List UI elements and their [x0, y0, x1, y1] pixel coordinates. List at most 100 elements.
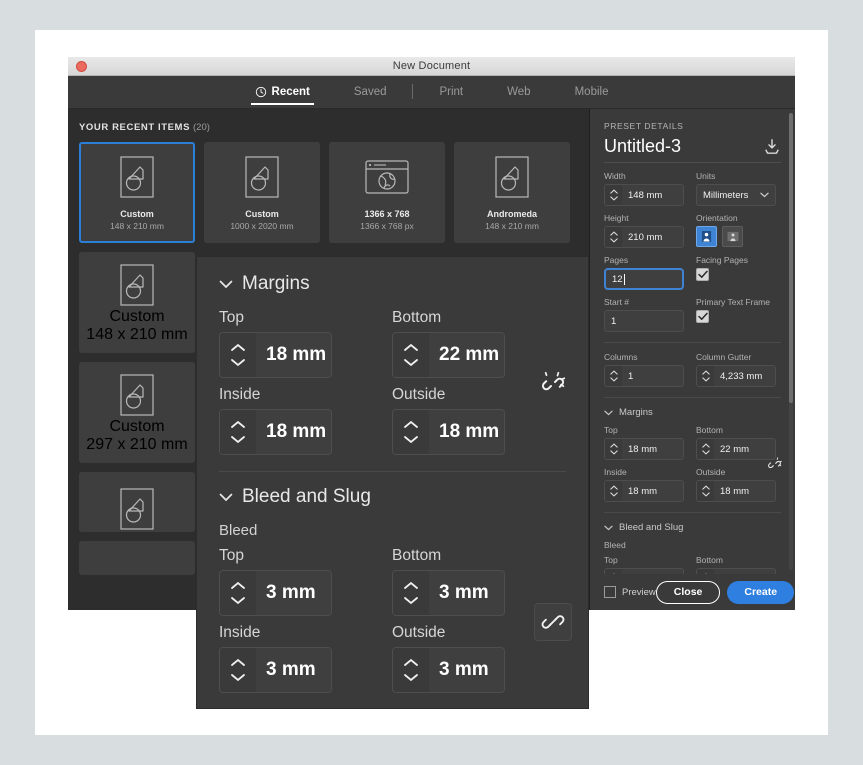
overlay-margin-top-value[interactable]: 18 mm	[256, 333, 331, 377]
overlay-margin-bottom-value[interactable]: 22 mm	[429, 333, 504, 377]
overlay-bleed-bottom-arrows[interactable]	[393, 571, 429, 615]
columns-stepper[interactable]: 1	[604, 365, 684, 387]
preset-margin-inside-value[interactable]: 18 mm	[622, 481, 683, 501]
section-divider-2	[604, 397, 781, 398]
facing-pages-label: Facing Pages	[696, 255, 748, 265]
start-input[interactable]: 1	[604, 310, 684, 332]
width-stepper[interactable]: 148 mm	[604, 184, 684, 206]
recent-card-2[interactable]: 1366 x 768 1366 x 768 px	[329, 142, 445, 243]
overlay-margin-bottom-stepper[interactable]: 22 mm	[392, 332, 505, 378]
overlay-bleed-outside-stepper[interactable]: 3 mm	[392, 647, 505, 693]
preset-margins-link-toggle[interactable]	[765, 455, 783, 473]
preset-margins-label: Margins	[619, 407, 653, 418]
overlay-bleed-inside-stepper[interactable]: 3 mm	[219, 647, 332, 693]
preset-margin-top-stepper[interactable]: 18 mm	[604, 438, 684, 460]
orientation-landscape-button[interactable]	[722, 226, 743, 247]
overlay-margins-label: Margins	[242, 273, 310, 294]
overlay-bleed-top-stepper[interactable]: 3 mm	[219, 570, 332, 616]
tab-web[interactable]: Web	[485, 75, 552, 108]
chevron-down-icon	[609, 196, 618, 201]
column-gutter-group: Column Gutter 4,233 mm	[696, 352, 776, 387]
overlay-bleed-bottom-stepper[interactable]: 3 mm	[392, 570, 505, 616]
column-gutter-value[interactable]: 4,233 mm	[714, 366, 775, 386]
preset-pane-scrollbar-thumb[interactable]	[789, 113, 793, 403]
overlay-margin-top-arrows[interactable]	[220, 333, 256, 377]
preset-bleed-section-header[interactable]: Bleed and Slug	[604, 522, 781, 533]
overlay-margin-inside-stepper[interactable]: 18 mm	[219, 409, 332, 455]
overlay-bleed-outside-arrows[interactable]	[393, 648, 429, 692]
preset-margin-inside-stepper[interactable]: 18 mm	[604, 480, 684, 502]
overlay-margins-header[interactable]: Margins	[219, 273, 566, 295]
overlay-margin-bottom-group: Bottom 22 mm	[392, 309, 505, 378]
tab-saved[interactable]: Saved	[332, 75, 409, 108]
tab-print-label: Print	[439, 85, 464, 98]
orientation-portrait-button[interactable]	[696, 226, 717, 247]
overlay-margin-inside-value[interactable]: 18 mm	[256, 410, 331, 454]
overlay-margin-inside-arrows[interactable]	[220, 410, 256, 454]
preset-margin-bottom-arrows[interactable]	[697, 439, 714, 459]
preset-pane-scrollbar[interactable]	[789, 113, 793, 570]
recent-card-1-sub: 1000 x 2020 mm	[230, 221, 294, 231]
recent-card-6[interactable]	[79, 472, 195, 532]
height-stepper-arrows[interactable]	[605, 227, 622, 247]
pages-input[interactable]: 12	[604, 268, 684, 290]
preset-margin-inside-group: Inside 18 mm	[604, 467, 684, 502]
overlay-bleed-outside-group: Outside 3 mm	[392, 624, 505, 693]
recent-card-1[interactable]: Custom 1000 x 2020 mm	[204, 142, 320, 243]
preset-margin-outside-arrows[interactable]	[697, 481, 714, 501]
overlay-margin-top-stepper[interactable]: 18 mm	[219, 332, 332, 378]
height-stepper[interactable]: 210 mm	[604, 226, 684, 248]
overlay-bleed-link-toggle[interactable]	[534, 603, 572, 641]
column-gutter-stepper-arrows[interactable]	[697, 366, 714, 386]
units-group: Units Millimeters	[696, 171, 776, 206]
recent-card-5[interactable]: Custom 297 x 210 mm	[79, 362, 195, 463]
units-select[interactable]: Millimeters	[696, 184, 776, 206]
overlay-margin-outside-group: Outside 18 mm	[392, 386, 505, 455]
preset-margin-outside-value[interactable]: 18 mm	[714, 481, 775, 501]
overlay-bleed-outside-value[interactable]: 3 mm	[429, 648, 504, 692]
preset-name-input[interactable]: Untitled-3	[604, 136, 681, 157]
overlay-margin-outside-arrows[interactable]	[393, 410, 429, 454]
width-stepper-arrows[interactable]	[605, 185, 622, 205]
units-value: Millimeters	[703, 189, 749, 201]
overlay-margin-outside-value[interactable]: 18 mm	[429, 410, 504, 454]
overlay-bleed-top-group: Top 3 mm	[219, 547, 332, 616]
preset-details-heading: PRESET DETAILS	[604, 121, 684, 131]
columns-value[interactable]: 1	[622, 366, 683, 386]
preset-margin-bottom-stepper[interactable]: 22 mm	[696, 438, 776, 460]
preset-margin-outside-stepper[interactable]: 18 mm	[696, 480, 776, 502]
overlay-margin-bottom-arrows[interactable]	[393, 333, 429, 377]
overlay-bleed-inside-value[interactable]: 3 mm	[256, 648, 331, 692]
link-icon	[541, 615, 565, 629]
close-button[interactable]: Close	[655, 580, 721, 604]
recent-card-4[interactable]: Custom 148 x 210 mm	[79, 252, 195, 353]
overlay-bleed-bottom-value[interactable]: 3 mm	[429, 571, 504, 615]
facing-pages-checkbox[interactable]	[696, 268, 709, 281]
tab-mobile[interactable]: Mobile	[553, 75, 631, 108]
recent-card-7[interactable]	[79, 541, 195, 575]
overlay-bleed-label: Bleed and Slug	[242, 486, 371, 507]
chevron-down-icon	[609, 492, 618, 497]
recent-card-0[interactable]: Custom 148 x 210 mm	[79, 142, 195, 243]
preset-margin-top-value[interactable]: 18 mm	[622, 439, 683, 459]
columns-stepper-arrows[interactable]	[605, 366, 622, 386]
preset-margins-section-header[interactable]: Margins	[604, 407, 781, 418]
preset-margin-top-arrows[interactable]	[605, 439, 622, 459]
recent-card-3[interactable]: Andromeda 148 x 210 mm	[454, 142, 570, 243]
overlay-margins-link-toggle[interactable]	[534, 365, 572, 403]
primary-text-frame-checkbox[interactable]	[696, 310, 709, 323]
column-gutter-stepper[interactable]: 4,233 mm	[696, 365, 776, 387]
preset-margin-inside-arrows[interactable]	[605, 481, 622, 501]
create-button[interactable]: Create	[727, 580, 795, 604]
tab-print[interactable]: Print	[417, 75, 485, 108]
preview-checkbox[interactable]	[604, 586, 616, 598]
overlay-bleed-top-value[interactable]: 3 mm	[256, 571, 331, 615]
overlay-margin-outside-stepper[interactable]: 18 mm	[392, 409, 505, 455]
width-value[interactable]: 148 mm	[622, 185, 683, 205]
height-value[interactable]: 210 mm	[622, 227, 683, 247]
overlay-bleed-inside-arrows[interactable]	[220, 648, 256, 692]
tab-recent[interactable]: Recent	[233, 75, 332, 108]
overlay-bleed-header[interactable]: Bleed and Slug	[219, 486, 566, 508]
save-preset-icon[interactable]	[763, 138, 781, 155]
overlay-bleed-top-arrows[interactable]	[220, 571, 256, 615]
